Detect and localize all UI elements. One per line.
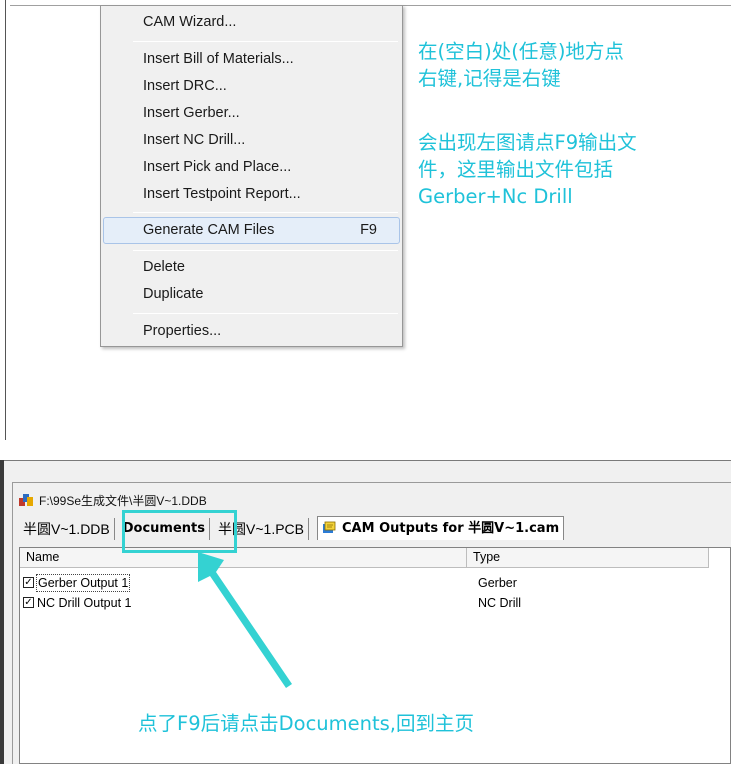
annotation-line: 右键,记得是右键	[418, 67, 561, 90]
tab-label: 半圆V~1.DDB	[23, 521, 110, 537]
column-header-label: Type	[473, 550, 501, 564]
panel-top-border	[0, 460, 731, 461]
documents-tab-highlight	[122, 510, 237, 553]
menu-item-label: Generate CAM Files	[143, 222, 275, 238]
menu-item-insert-nc-drill[interactable]: Insert NC Drill...	[103, 127, 400, 154]
menu-item-label: Insert Testpoint Report...	[143, 186, 301, 202]
menu-item-label: CAM Wizard...	[143, 14, 237, 30]
menu-item-insert-gerber[interactable]: Insert Gerber...	[103, 100, 400, 127]
annotation-press-f9: 会出现左图请点F9输出文 件，这里输出文件包括 Gerber+Nc Drill	[418, 129, 718, 210]
menu-item-label: Insert DRC...	[143, 78, 227, 94]
menu-item-delete[interactable]: Delete	[103, 254, 400, 281]
menu-item-label: Delete	[143, 259, 185, 275]
menu-separator	[133, 250, 398, 251]
column-header-label: Name	[26, 550, 60, 564]
menu-item-insert-bom[interactable]: Insert Bill of Materials...	[103, 46, 400, 73]
top-screenshot-panel: CAM Wizard... Insert Bill of Materials..…	[0, 0, 731, 440]
menu-item-insert-drc[interactable]: Insert DRC...	[103, 73, 400, 100]
menu-item-label: Insert Gerber...	[143, 105, 240, 121]
column-header-name[interactable]: Name	[20, 548, 467, 568]
annotation-line: 在(空白)处(任意)地方点	[418, 40, 624, 63]
table-row[interactable]: ✓ Gerber Output 1 Gerber	[20, 574, 720, 592]
document-tabs: 半圆V~1.DDB Documents 半圆V~1.PCB CAM Output…	[19, 516, 565, 540]
row-type: NC Drill	[478, 596, 522, 610]
document-path: F:\99Se生成文件\半圆V~1.DDB	[39, 493, 207, 508]
menu-separator	[133, 41, 398, 42]
menu-item-generate-cam-files[interactable]: Generate CAM Files F9	[103, 217, 400, 244]
menu-item-label: Insert Pick and Place...	[143, 159, 292, 175]
annotation-line: 件，这里输出文件包括	[418, 158, 614, 181]
annotation-click-documents: 点了F9后请点击Documents,回到主页	[138, 712, 475, 735]
cam-output-icon	[322, 519, 336, 533]
menu-separator	[133, 313, 398, 314]
design-database-icon	[19, 493, 34, 507]
row-name: Gerber Output 1	[36, 574, 131, 592]
menu-item-label: Properties...	[143, 323, 222, 339]
row-name: NC Drill Output 1	[37, 596, 132, 610]
tab-cam-outputs[interactable]: CAM Outputs for 半圆V~1.cam	[317, 516, 565, 540]
menu-item-properties[interactable]: Properties...	[103, 318, 400, 345]
table-row[interactable]: ✓ NC Drill Output 1 NC Drill	[20, 594, 720, 612]
menu-item-shortcut: F9	[360, 222, 377, 238]
context-menu: CAM Wizard... Insert Bill of Materials..…	[100, 5, 403, 347]
menu-item-insert-pick-and-place[interactable]: Insert Pick and Place...	[103, 154, 400, 181]
menu-item-label: Duplicate	[143, 286, 204, 302]
tab-label: CAM Outputs for 半圆V~1.cam	[342, 521, 560, 536]
column-header-type[interactable]: Type	[467, 548, 709, 568]
tab-ddb[interactable]: 半圆V~1.DDB	[19, 518, 115, 540]
annotation-line: 会出现左图请点F9输出文	[418, 131, 637, 154]
menu-item-label: Insert Bill of Materials...	[143, 51, 294, 67]
window-left-border	[5, 0, 6, 440]
menu-item-label: Insert NC Drill...	[143, 132, 246, 148]
annotation-right-click: 在(空白)处(任意)地方点 右键,记得是右键	[418, 38, 718, 92]
menu-separator	[133, 212, 398, 213]
menu-item-duplicate[interactable]: Duplicate	[103, 281, 400, 308]
checkbox[interactable]: ✓	[23, 577, 34, 588]
panel-left-border	[0, 460, 4, 764]
annotation-line: Gerber+Nc Drill	[418, 185, 573, 208]
menu-item-cam-wizard[interactable]: CAM Wizard...	[103, 9, 400, 36]
document-title-bar: F:\99Se生成文件\半圆V~1.DDB	[19, 491, 207, 509]
row-type: Gerber	[478, 576, 517, 590]
menu-item-insert-testpoint-report[interactable]: Insert Testpoint Report...	[103, 181, 400, 208]
checkbox[interactable]: ✓	[23, 597, 34, 608]
